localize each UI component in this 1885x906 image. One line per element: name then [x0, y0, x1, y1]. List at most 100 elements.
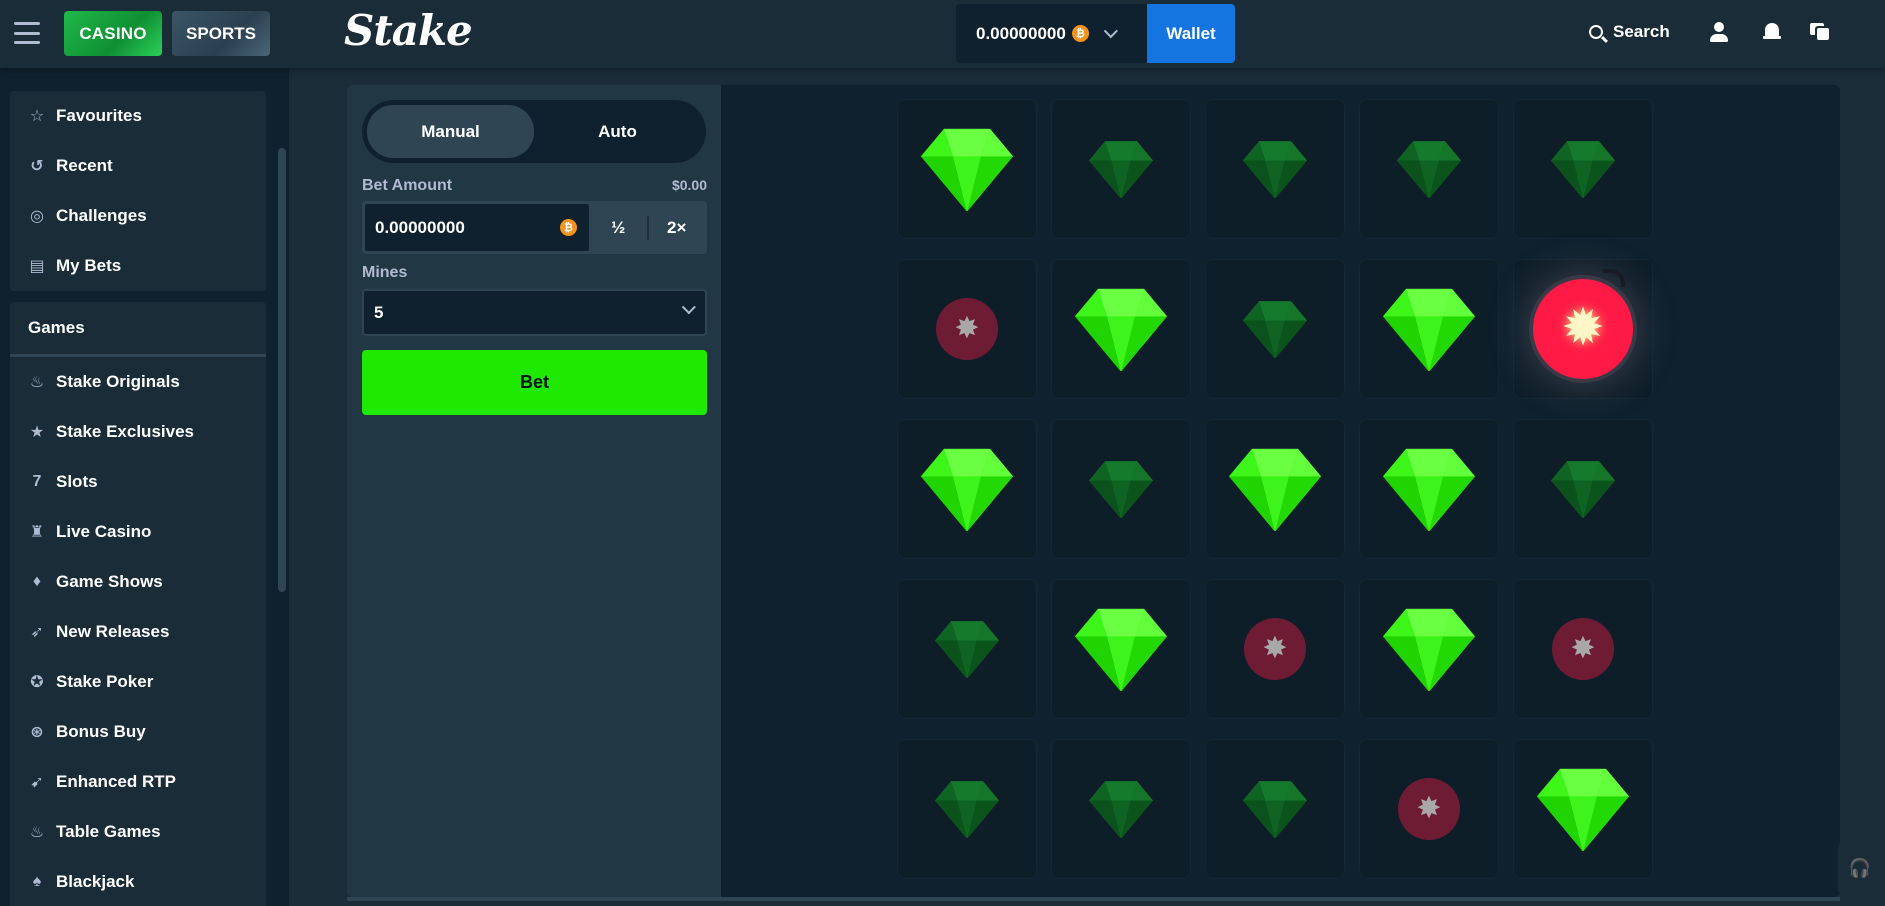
- sidebar-item-my-bets[interactable]: ▤ My Bets: [10, 241, 266, 291]
- gem-dim-icon: [1089, 140, 1153, 199]
- mines-game: Manual Auto Bet Amount $0.00 0.00000000 …: [347, 85, 1840, 897]
- mines-tile[interactable]: [1051, 419, 1191, 559]
- bet-amount-label: Bet Amount: [362, 177, 453, 194]
- sidebar-games: Games ♨ Stake Originals ★ Stake Exclusives 7…: [10, 302, 266, 906]
- bomb-exploded-icon: [1533, 269, 1633, 379]
- bookmark-icon: ★: [29, 424, 45, 441]
- rtp-icon: ➹: [30, 774, 44, 791]
- gem-dim-icon: [1243, 140, 1307, 199]
- mines-tile[interactable]: [1359, 579, 1499, 719]
- mines-tile[interactable]: [1205, 259, 1345, 399]
- spade-icon: ♠: [32, 873, 42, 890]
- flame-icon: ♨: [29, 824, 45, 841]
- sidebar-item-table-games[interactable]: ♨ Table Games: [10, 807, 266, 857]
- sidebar-item-stake-originals[interactable]: ♨ Stake Originals: [10, 357, 266, 407]
- casino-tab[interactable]: CASINO: [64, 11, 162, 56]
- sidebar-item-bonus-buy[interactable]: ⊛ Bonus Buy: [10, 707, 266, 757]
- mines-tile[interactable]: [1205, 419, 1345, 559]
- auto-tab[interactable]: Auto: [534, 105, 701, 158]
- mines-tile[interactable]: [1513, 419, 1653, 559]
- sidebar-item-label: New Releases: [56, 622, 170, 641]
- notification-bell-icon[interactable]: [1761, 20, 1785, 46]
- sidebar-item-stake-poker[interactable]: ✪ Stake Poker: [10, 657, 266, 707]
- mines-select[interactable]: 5: [362, 289, 707, 336]
- bomb-dim-icon: [1552, 618, 1614, 680]
- mines-tile[interactable]: [1051, 99, 1191, 239]
- mines-tile[interactable]: [1513, 579, 1653, 719]
- mines-tile[interactable]: [1359, 739, 1499, 879]
- gem-revealed-icon: [1383, 287, 1475, 372]
- bet-amount-value: 0.00000000: [375, 217, 465, 237]
- search-label: Search: [1613, 22, 1670, 41]
- mines-tile[interactable]: [897, 419, 1037, 559]
- bomb-dim-icon: [1398, 778, 1460, 840]
- bet-amount-row: 0.00000000 ₿ ½ 2×: [362, 201, 707, 254]
- sidebar-item-new-releases[interactable]: ➶ New Releases: [10, 607, 266, 657]
- mines-tile[interactable]: [897, 99, 1037, 239]
- bonus-icon: ⊛: [30, 724, 44, 741]
- manual-tab[interactable]: Manual: [367, 105, 534, 158]
- bet-button[interactable]: Bet: [362, 350, 707, 415]
- sidebar-item-stake-exclusives[interactable]: ★ Stake Exclusives: [10, 407, 266, 457]
- sidebar-item-enhanced-rtp[interactable]: ➹ Enhanced RTP: [10, 757, 266, 807]
- sports-tab[interactable]: SPORTS: [172, 11, 270, 56]
- gem-dim-icon: [935, 620, 999, 679]
- mines-tile[interactable]: [1359, 419, 1499, 559]
- games-header: Games: [10, 302, 266, 357]
- sidebar-item-live-casino[interactable]: ♜ Live Casino: [10, 507, 266, 557]
- bottom-divider: [347, 897, 1840, 901]
- mines-tile[interactable]: [1513, 259, 1653, 399]
- mines-tile[interactable]: [1051, 579, 1191, 719]
- mines-tile[interactable]: [1359, 99, 1499, 239]
- sidebar-quick-links: ☆ Favourites ↺ Recent ◎ Challenges ▤ My Bets: [10, 91, 266, 291]
- gem-dim-icon: [1551, 140, 1615, 199]
- headset-support-icon[interactable]: 🎧: [1838, 840, 1882, 896]
- mines-label-row: Mines: [362, 264, 707, 282]
- mines-tile[interactable]: [1051, 739, 1191, 879]
- search-button[interactable]: Search: [1589, 22, 1670, 42]
- user-icon[interactable]: [1708, 20, 1732, 46]
- rocket-icon: ➶: [30, 624, 44, 641]
- mines-tile[interactable]: [1359, 259, 1499, 399]
- sidebar-item-blackjack[interactable]: ♠ Blackjack: [10, 857, 266, 906]
- wallet-button[interactable]: Wallet: [1147, 4, 1235, 63]
- gem-dim-icon: [1551, 460, 1615, 519]
- sidebar-item-label: Stake Exclusives: [56, 422, 194, 441]
- chevron-down-icon: [681, 300, 696, 315]
- flame-icon: ♨: [29, 374, 45, 391]
- gem-dim-icon: [1397, 140, 1461, 199]
- mines-tile[interactable]: [1051, 259, 1191, 399]
- half-bet-button[interactable]: ½: [590, 203, 647, 252]
- mines-tile[interactable]: [1205, 99, 1345, 239]
- balance-selector[interactable]: 0.00000000 ₿: [956, 4, 1147, 63]
- target-icon: ◎: [30, 208, 44, 225]
- gem-dim-icon: [1089, 780, 1153, 839]
- double-bet-button[interactable]: 2×: [649, 203, 706, 252]
- mines-tile[interactable]: [897, 579, 1037, 719]
- sidebar-item-favourites[interactable]: ☆ Favourites: [10, 91, 266, 141]
- sidebar-item-label: Stake Originals: [56, 372, 180, 391]
- chat-icon[interactable]: [1808, 20, 1832, 46]
- menu-icon[interactable]: [14, 22, 40, 44]
- sidebar-item-label: Favourites: [56, 106, 142, 125]
- mines-tile[interactable]: [897, 259, 1037, 399]
- mines-tile[interactable]: [1205, 579, 1345, 719]
- mines-tile[interactable]: [1513, 99, 1653, 239]
- mines-tile[interactable]: [1205, 739, 1345, 879]
- slots-icon: 7: [32, 473, 42, 490]
- bet-amount-input[interactable]: 0.00000000 ₿: [364, 203, 590, 252]
- stake-logo[interactable]: Stake: [344, 6, 473, 55]
- mines-tile[interactable]: [897, 739, 1037, 879]
- mines-tile[interactable]: [1513, 739, 1653, 879]
- bet-amount-label-row: Bet Amount $0.00: [362, 177, 707, 195]
- control-panel: Manual Auto Bet Amount $0.00 0.00000000 …: [347, 85, 721, 897]
- sidebar-item-recent[interactable]: ↺ Recent: [10, 141, 266, 191]
- gem-dim-icon: [1243, 300, 1307, 359]
- sidebar-scrollbar[interactable]: [278, 148, 286, 592]
- sidebar-item-game-shows[interactable]: ♦ Game Shows: [10, 557, 266, 607]
- bomb-dim-icon: [1244, 618, 1306, 680]
- sidebar-item-challenges[interactable]: ◎ Challenges: [10, 191, 266, 241]
- mines-board: [721, 85, 1840, 897]
- sidebar-item-slots[interactable]: 7 Slots: [10, 457, 266, 507]
- bomb-dim-icon: [936, 298, 998, 360]
